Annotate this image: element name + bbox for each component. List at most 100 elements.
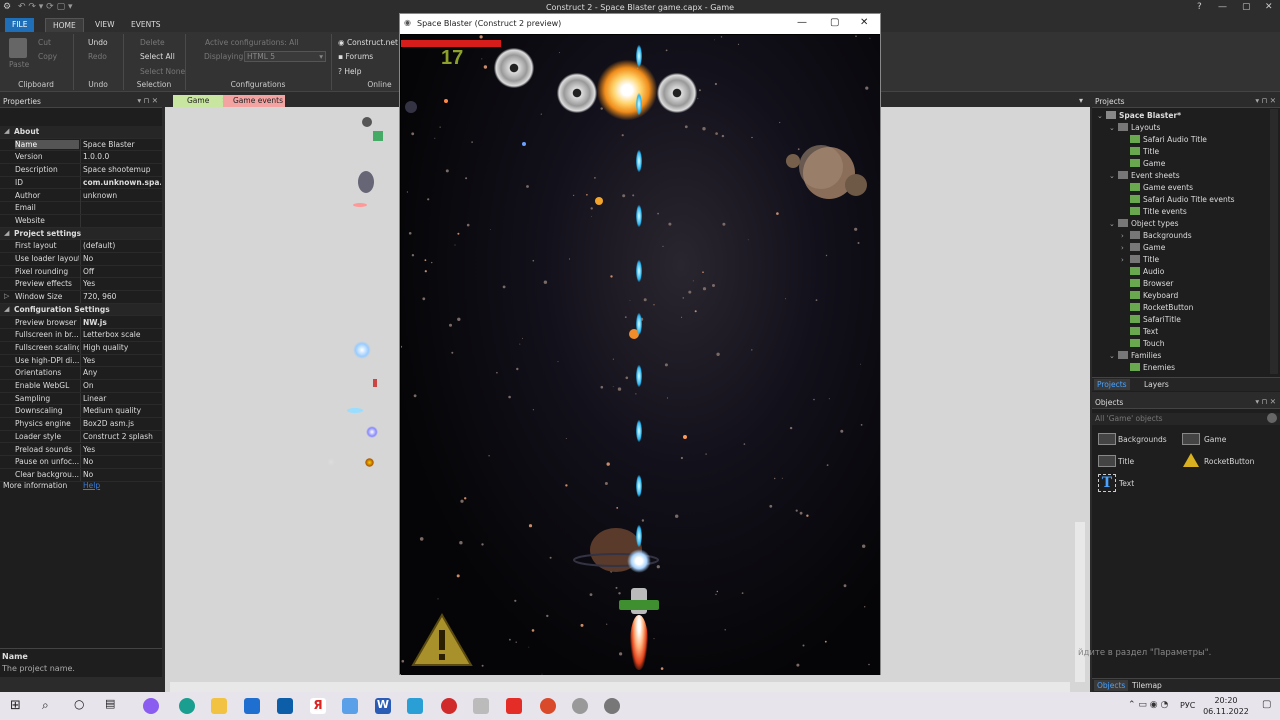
tab-events[interactable]: EVENTS bbox=[124, 18, 168, 32]
property-value[interactable]: Medium quality bbox=[83, 406, 161, 415]
tree-toggle-icon[interactable]: ⌄ bbox=[1097, 112, 1106, 120]
minimize-button[interactable]: — bbox=[797, 17, 807, 28]
property-value[interactable]: Yes bbox=[83, 356, 161, 365]
tree-scrollbar[interactable] bbox=[1270, 109, 1278, 374]
copy-button[interactable]: Copy bbox=[38, 52, 57, 61]
active-configurations[interactable]: Active configurations: All bbox=[205, 38, 298, 47]
project-tree-item[interactable]: Keyboard bbox=[1121, 291, 1178, 300]
close-button[interactable]: ✕ bbox=[860, 17, 868, 28]
project-tree-item[interactable]: Game bbox=[1121, 159, 1165, 168]
windows-start-icon[interactable]: ⊞ bbox=[10, 698, 21, 713]
property-row[interactable]: Enable WebGL On bbox=[0, 380, 162, 393]
project-tree-item[interactable]: › Game bbox=[1121, 243, 1165, 252]
property-row[interactable]: Downscaling Medium quality bbox=[0, 405, 162, 419]
tab-game-events[interactable]: Game events bbox=[223, 95, 285, 107]
select-none-button[interactable]: Select None bbox=[140, 67, 185, 76]
property-row[interactable]: Sampling Linear bbox=[0, 392, 162, 406]
youtube-icon[interactable] bbox=[506, 698, 522, 714]
collapse-arrow-icon[interactable]: ◢ bbox=[4, 229, 9, 237]
property-section[interactable]: ◢ Project settings bbox=[0, 227, 162, 241]
horizontal-scrollbar[interactable] bbox=[170, 682, 1070, 692]
property-value[interactable]: Linear bbox=[83, 394, 161, 403]
property-value[interactable]: Space shootemup bbox=[83, 165, 161, 174]
property-value[interactable]: On bbox=[83, 381, 161, 390]
project-tree-item[interactable]: ⌄ Object types bbox=[1109, 219, 1178, 228]
app-icon[interactable] bbox=[143, 698, 159, 714]
spark-sprite[interactable] bbox=[365, 458, 374, 467]
displaying-select[interactable]: HTML 5 ▾ bbox=[244, 51, 326, 62]
help-button[interactable]: ? Help bbox=[338, 67, 361, 76]
tree-toggle-icon[interactable]: › bbox=[1121, 256, 1130, 264]
tab-home[interactable]: HOME bbox=[45, 18, 84, 32]
property-row[interactable]: Pixel rounding Off bbox=[0, 265, 162, 279]
object-text[interactable]: T Text bbox=[1098, 474, 1178, 492]
app-icon[interactable] bbox=[540, 698, 556, 714]
property-row[interactable]: First layout (default) bbox=[0, 240, 162, 253]
property-value[interactable]: Space Blaster bbox=[83, 140, 161, 149]
property-value[interactable]: High quality bbox=[83, 343, 161, 352]
filter-clear-icon[interactable] bbox=[1267, 413, 1277, 423]
tree-toggle-icon[interactable]: ⌄ bbox=[1109, 172, 1118, 180]
property-value[interactable]: Yes bbox=[83, 445, 161, 454]
paste-button[interactable]: Paste bbox=[9, 60, 29, 69]
property-row[interactable]: Website bbox=[0, 214, 162, 228]
vertical-scrollbar[interactable] bbox=[1075, 522, 1085, 682]
project-tree-item[interactable]: ⌄ Event sheets bbox=[1109, 171, 1180, 180]
property-row[interactable]: ▷ Window Size 720, 960 bbox=[0, 291, 162, 304]
project-tree-item[interactable]: ⌄ Space Blaster* bbox=[1097, 111, 1181, 120]
property-row[interactable]: Orientations Any bbox=[0, 367, 162, 380]
property-row[interactable]: Physics engine Box2D asm.js bbox=[0, 418, 162, 431]
spark-sprite[interactable] bbox=[327, 458, 335, 466]
project-tree-item[interactable]: ⌄ Layouts bbox=[1109, 123, 1160, 132]
enemy-sprite[interactable] bbox=[373, 131, 383, 141]
enemy-sprite[interactable] bbox=[362, 117, 372, 127]
enemy-sprite[interactable] bbox=[358, 171, 374, 193]
project-tree-item[interactable]: Touch bbox=[1121, 339, 1165, 348]
construct-preview-icon[interactable] bbox=[604, 698, 620, 714]
settings-gear-icon[interactable] bbox=[572, 698, 588, 714]
maximize-button[interactable]: ▢ bbox=[830, 17, 839, 28]
property-value[interactable]: No bbox=[83, 470, 161, 479]
object-title[interactable]: Title bbox=[1098, 455, 1178, 469]
property-row[interactable]: Name Space Blaster bbox=[0, 138, 162, 152]
maximize-button[interactable]: ▢ bbox=[1242, 2, 1251, 12]
object-game[interactable]: Game bbox=[1182, 433, 1262, 447]
object-rocketbutton[interactable]: RocketButton bbox=[1182, 452, 1277, 470]
project-tree-item[interactable]: Enemies bbox=[1121, 363, 1175, 372]
tab-layers[interactable]: Layers bbox=[1144, 380, 1169, 389]
game-canvas[interactable]: 17 bbox=[401, 35, 880, 675]
property-row[interactable]: Loader style Construct 2 splash bbox=[0, 430, 162, 444]
forums-button[interactable]: ▪ Forums bbox=[338, 52, 373, 61]
app-icon[interactable] bbox=[407, 698, 423, 714]
panel-controls-icon[interactable]: ▾ ⊓ ✕ bbox=[1255, 397, 1276, 406]
close-button[interactable]: ✕ bbox=[1265, 2, 1273, 12]
project-tree-item[interactable]: Title bbox=[1121, 147, 1159, 156]
preview-window[interactable]: ◉ Space Blaster (Construct 2 preview) — … bbox=[399, 13, 881, 675]
help-icon[interactable]: ? bbox=[1197, 2, 1202, 12]
panel-controls-icon[interactable]: ▾ ⊓ ✕ bbox=[137, 96, 158, 105]
redo-button[interactable]: Redo bbox=[88, 52, 107, 61]
tree-toggle-icon[interactable]: ⌄ bbox=[1109, 124, 1118, 132]
property-row[interactable]: Clear backgrou... No bbox=[0, 468, 162, 482]
tree-toggle-icon[interactable]: ⌄ bbox=[1109, 220, 1118, 228]
project-tree-item[interactable]: › Title bbox=[1121, 255, 1159, 264]
delete-button[interactable]: Delete bbox=[140, 38, 165, 47]
property-value[interactable]: unknown bbox=[83, 191, 161, 200]
language-indicator[interactable]: РУС bbox=[1180, 701, 1195, 710]
property-row[interactable]: ID com.unknown.spa... bbox=[0, 176, 162, 190]
yandex-icon[interactable]: Я bbox=[310, 698, 326, 714]
property-row[interactable]: Use loader layout No bbox=[0, 253, 162, 266]
property-value[interactable]: No bbox=[83, 457, 161, 466]
tab-view[interactable]: VIEW bbox=[88, 18, 122, 32]
mail-icon[interactable] bbox=[244, 698, 260, 714]
cut-button[interactable]: Cut bbox=[38, 38, 51, 47]
project-tree-item[interactable]: Safari Audio Title bbox=[1121, 135, 1207, 144]
property-value[interactable]: Construct 2 splash bbox=[83, 432, 161, 441]
property-section[interactable]: ◢ Configuration Settings bbox=[0, 303, 162, 317]
tab-file[interactable]: FILE bbox=[5, 18, 35, 32]
project-tree-item[interactable]: Title events bbox=[1121, 207, 1187, 216]
task-view-icon[interactable]: ▤ bbox=[105, 697, 115, 710]
edge-icon[interactable] bbox=[179, 698, 195, 714]
property-value[interactable]: No bbox=[83, 254, 161, 263]
property-value[interactable]: Box2D asm.js bbox=[83, 419, 161, 428]
